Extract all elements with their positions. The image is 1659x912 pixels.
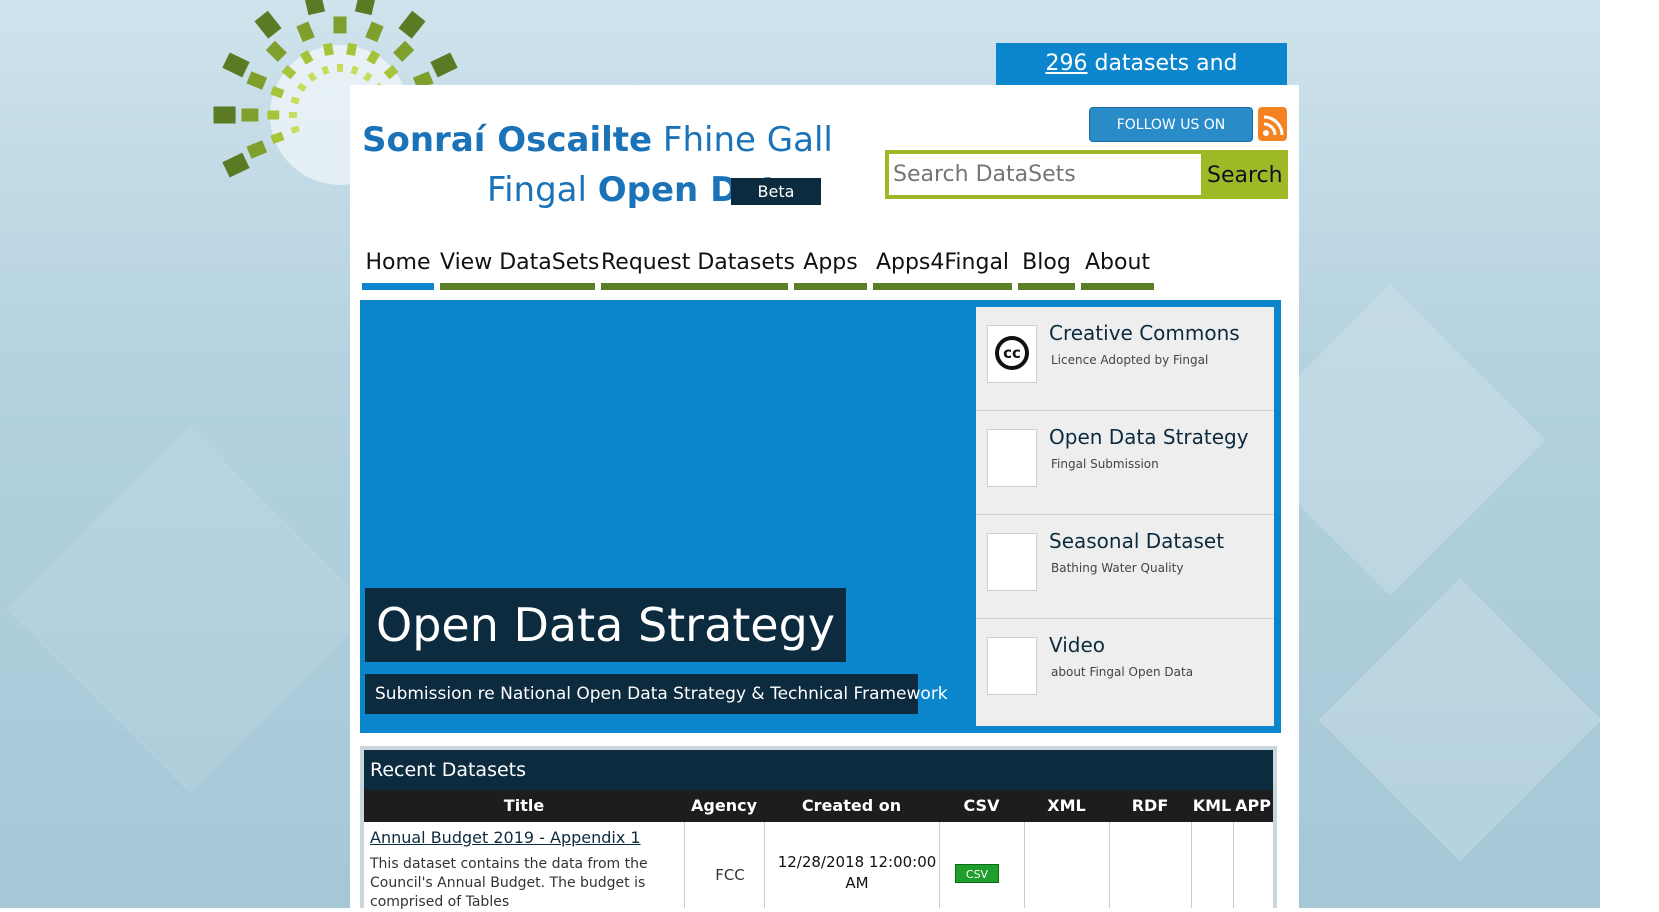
nav-item-label: Apps4Fingal — [875, 250, 1010, 275]
feature-title: Creative Commons — [1049, 321, 1240, 345]
dataset-counter: 296 datasets and counting. — [996, 43, 1287, 118]
sunburst-ray — [265, 40, 287, 62]
column-header-created: Created on — [801, 796, 902, 815]
search-form: Search — [885, 150, 1288, 199]
nav-item-label: Blog — [1022, 250, 1071, 275]
brand-irish-light: Fhine Gall — [652, 120, 833, 160]
nav-item-label: View DataSets — [440, 250, 600, 275]
nav-item-label: Apps — [803, 250, 858, 275]
column-header-xml: XML — [1047, 796, 1086, 815]
sunburst-ray — [267, 110, 280, 120]
sunburst-ray — [365, 21, 384, 43]
sunburst-ray — [430, 52, 458, 78]
beta-badge: Beta — [731, 178, 821, 205]
feature-subtitle: about Fingal Open Data — [1051, 665, 1194, 679]
column-header-rdf: RDF — [1131, 796, 1169, 815]
nav-item-label: About — [1084, 250, 1151, 275]
sunburst-ray — [393, 40, 415, 62]
brand-irish: Sonraí Oscailte Fhine Gall — [362, 120, 833, 160]
column-header-kml: KML — [1192, 796, 1232, 815]
thumbnail-icon — [987, 429, 1037, 487]
column-header-app: APP — [1235, 796, 1271, 815]
feature-seasonal-dataset[interactable]: Seasonal Dataset Bathing Water Quality — [976, 515, 1274, 619]
feature-title: Video — [1049, 633, 1106, 657]
nav-item-label: Request Datasets — [601, 250, 795, 275]
csv-badge-label: CSV — [965, 868, 989, 881]
thumbnail-icon — [987, 533, 1037, 591]
created-date-line2: AM — [845, 874, 869, 892]
sunburst-ray — [241, 108, 259, 122]
nav-item-request-datasets[interactable]: Request Datasets — [601, 250, 795, 290]
sunburst-ray — [337, 64, 343, 72]
nav-item-apps4fingal[interactable]: Apps4Fingal — [873, 250, 1012, 290]
column-header-title: Title — [503, 796, 545, 815]
feature-video[interactable]: Video about Fingal Open Data — [976, 619, 1274, 723]
dataset-agency: FCC — [715, 866, 745, 884]
dataset-created-on: 12/28/2018 12:00:00 AM — [773, 852, 941, 894]
column-header-csv: CSV — [963, 796, 1000, 815]
sunburst-ray — [333, 16, 347, 34]
hero-subtitle[interactable]: Submission re National Open Data Strateg… — [365, 674, 948, 714]
recent-table-header: Title Agency Created on CSV XML RDF KML … — [364, 790, 1273, 822]
brand-english-light: Fingal — [487, 170, 598, 210]
sunburst-ray — [246, 71, 268, 90]
sunburst-ray — [303, 0, 326, 16]
nav-item-about[interactable]: About — [1081, 250, 1154, 290]
feature-subtitle: Bathing Water Quality — [1051, 561, 1184, 575]
sunburst-ray — [354, 0, 377, 16]
nav-item-home[interactable]: Home — [362, 250, 434, 290]
nav-item-apps[interactable]: Apps — [794, 250, 867, 290]
created-date-line1: 12/28/2018 12:00:00 — [777, 853, 937, 871]
sunburst-ray — [222, 152, 250, 178]
cc-icon: cc — [987, 325, 1037, 383]
search-button[interactable]: Search — [1201, 154, 1284, 195]
feature-panel: cc Creative Commons Licence Adopted by F… — [976, 307, 1274, 726]
sunburst-ray — [398, 10, 426, 39]
recent-datasets-heading: Recent Datasets — [364, 750, 1273, 790]
sunburst-ray — [254, 10, 282, 39]
sunburst-ray — [222, 52, 250, 78]
thumbnail-icon — [987, 637, 1037, 695]
feature-subtitle: Licence Adopted by Fingal — [1051, 353, 1209, 367]
feature-title: Open Data Strategy — [1049, 425, 1249, 449]
dataset-description: This dataset contains the data from the … — [370, 856, 648, 910]
sunburst-ray — [246, 140, 268, 159]
dataset-title-link[interactable]: Annual Budget 2019 - Appendix 1 — [370, 828, 641, 847]
nav-item-blog[interactable]: Blog — [1018, 250, 1075, 290]
search-input[interactable] — [889, 154, 1201, 195]
feature-open-data-strategy[interactable]: Open Data Strategy Fingal Submission — [976, 411, 1274, 515]
dataset-count-link[interactable]: 296 — [1045, 51, 1087, 76]
sunburst-ray — [296, 21, 315, 43]
twitter-follow-button[interactable]: FOLLOW US ON twitter — [1089, 107, 1253, 170]
nav-item-view-datasets[interactable]: View DataSets — [440, 250, 599, 290]
sunburst-ray — [289, 112, 297, 118]
cc-glyph: cc — [995, 336, 1029, 370]
hero-title[interactable]: Open Data Strategy — [365, 588, 847, 662]
rss-icon[interactable] — [1258, 107, 1287, 141]
brand-irish-bold: Sonraí Oscailte — [362, 120, 653, 160]
nav-item-label: Home — [365, 250, 431, 275]
feature-subtitle: Fingal Submission — [1051, 457, 1159, 471]
sunburst-ray — [213, 106, 236, 124]
feature-creative-commons[interactable]: cc Creative Commons Licence Adopted by F… — [976, 307, 1274, 411]
csv-download-icon[interactable]: CSV — [955, 864, 999, 883]
column-header-agency: Agency — [691, 796, 757, 815]
feature-title: Seasonal Dataset — [1049, 529, 1225, 553]
twitter-prefix: FOLLOW US ON — [1116, 117, 1226, 133]
